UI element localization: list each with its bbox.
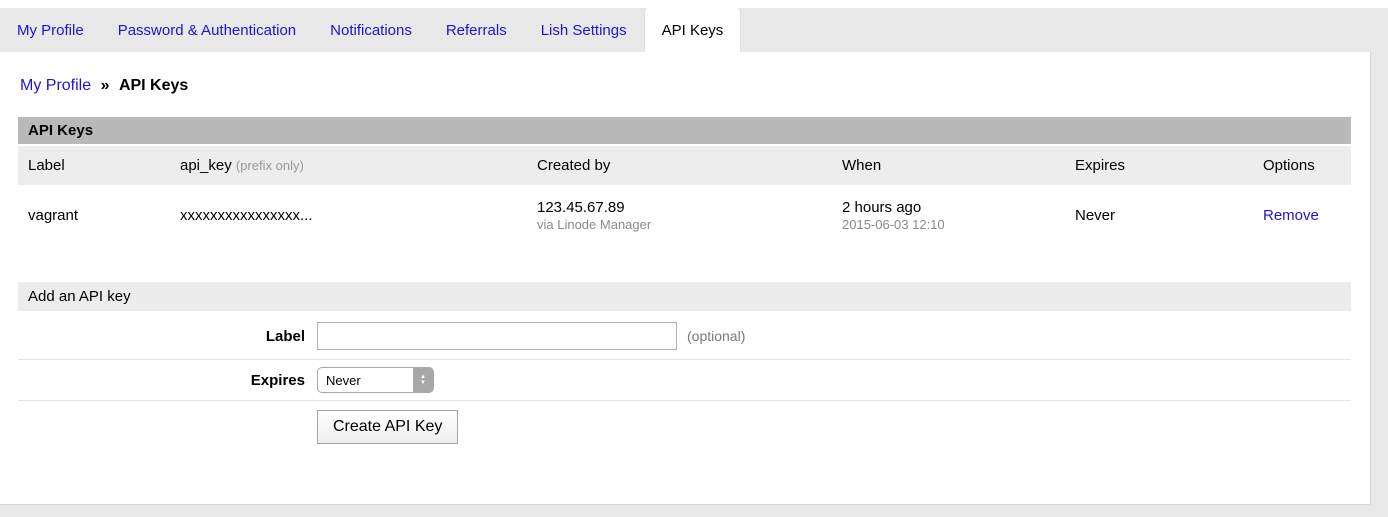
when-relative: 2 hours ago <box>842 199 1055 216</box>
api-keys-table-title: API Keys <box>18 117 1351 144</box>
key-masked-cell: xxxxxxxxxxxxxxxx... <box>170 185 527 246</box>
api-keys-section: API Keys Label api_key (prefix only) Cre… <box>18 117 1351 246</box>
submit-row: Create API Key <box>18 401 1351 453</box>
created-by-cell: 123.45.67.89 via Linode Manager <box>527 185 832 246</box>
label-field-label: Label <box>18 328 305 345</box>
breadcrumb-separator: » <box>101 77 110 94</box>
tab-password-authentication[interactable]: Password & Authentication <box>101 8 313 52</box>
tab-lish-settings[interactable]: Lish Settings <box>524 8 644 52</box>
content-panel: My Profile » API Keys API Keys Label api… <box>0 52 1371 505</box>
col-api-key: api_key (prefix only) <box>170 146 527 185</box>
col-api-key-note: (prefix only) <box>236 158 304 173</box>
tab-api-keys[interactable]: API Keys <box>644 8 742 52</box>
col-expires: Expires <box>1065 146 1253 185</box>
expires-cell: Never <box>1065 185 1253 246</box>
breadcrumb-my-profile-link[interactable]: My Profile <box>20 77 91 94</box>
when-timestamp: 2015-06-03 12:10 <box>842 217 1055 232</box>
api-keys-table: Label api_key (prefix only) Created by W… <box>18 146 1351 246</box>
breadcrumb: My Profile » API Keys <box>20 77 1351 95</box>
col-options: Options <box>1253 146 1351 185</box>
label-field-row: Label (optional) <box>18 313 1351 360</box>
tab-referrals[interactable]: Referrals <box>429 8 524 52</box>
expires-field-label: Expires <box>18 372 305 389</box>
created-by-via: via Linode Manager <box>537 217 822 232</box>
expires-select-wrap: Never ▲ ▼ <box>317 367 434 393</box>
expires-select[interactable]: Never <box>317 367 434 393</box>
optional-note: (optional) <box>687 328 745 344</box>
table-row: vagrant xxxxxxxxxxxxxxxx... 123.45.67.89… <box>18 185 1351 246</box>
add-api-key-section: Add an API key Label (optional) Expires … <box>18 282 1351 453</box>
remove-key-link[interactable]: Remove <box>1263 207 1319 224</box>
profile-tab-bar: My Profile Password & Authentication Not… <box>0 8 1388 52</box>
col-when: When <box>832 146 1065 185</box>
tab-notifications[interactable]: Notifications <box>313 8 429 52</box>
col-label: Label <box>18 146 170 185</box>
options-cell: Remove <box>1253 185 1351 246</box>
tab-my-profile[interactable]: My Profile <box>0 8 101 52</box>
created-by-ip: 123.45.67.89 <box>537 199 822 216</box>
table-header-row: Label api_key (prefix only) Created by W… <box>18 146 1351 185</box>
label-input[interactable] <box>317 322 677 350</box>
breadcrumb-current-page: API Keys <box>119 77 188 94</box>
col-created-by: Created by <box>527 146 832 185</box>
expires-field-row: Expires Never ▲ ▼ <box>18 360 1351 401</box>
add-api-key-section-title: Add an API key <box>18 282 1351 311</box>
top-strip <box>0 0 1388 8</box>
when-cell: 2 hours ago 2015-06-03 12:10 <box>832 185 1065 246</box>
key-label-cell: vagrant <box>18 185 170 246</box>
col-api-key-name: api_key <box>180 157 232 174</box>
create-api-key-button[interactable]: Create API Key <box>317 410 458 444</box>
